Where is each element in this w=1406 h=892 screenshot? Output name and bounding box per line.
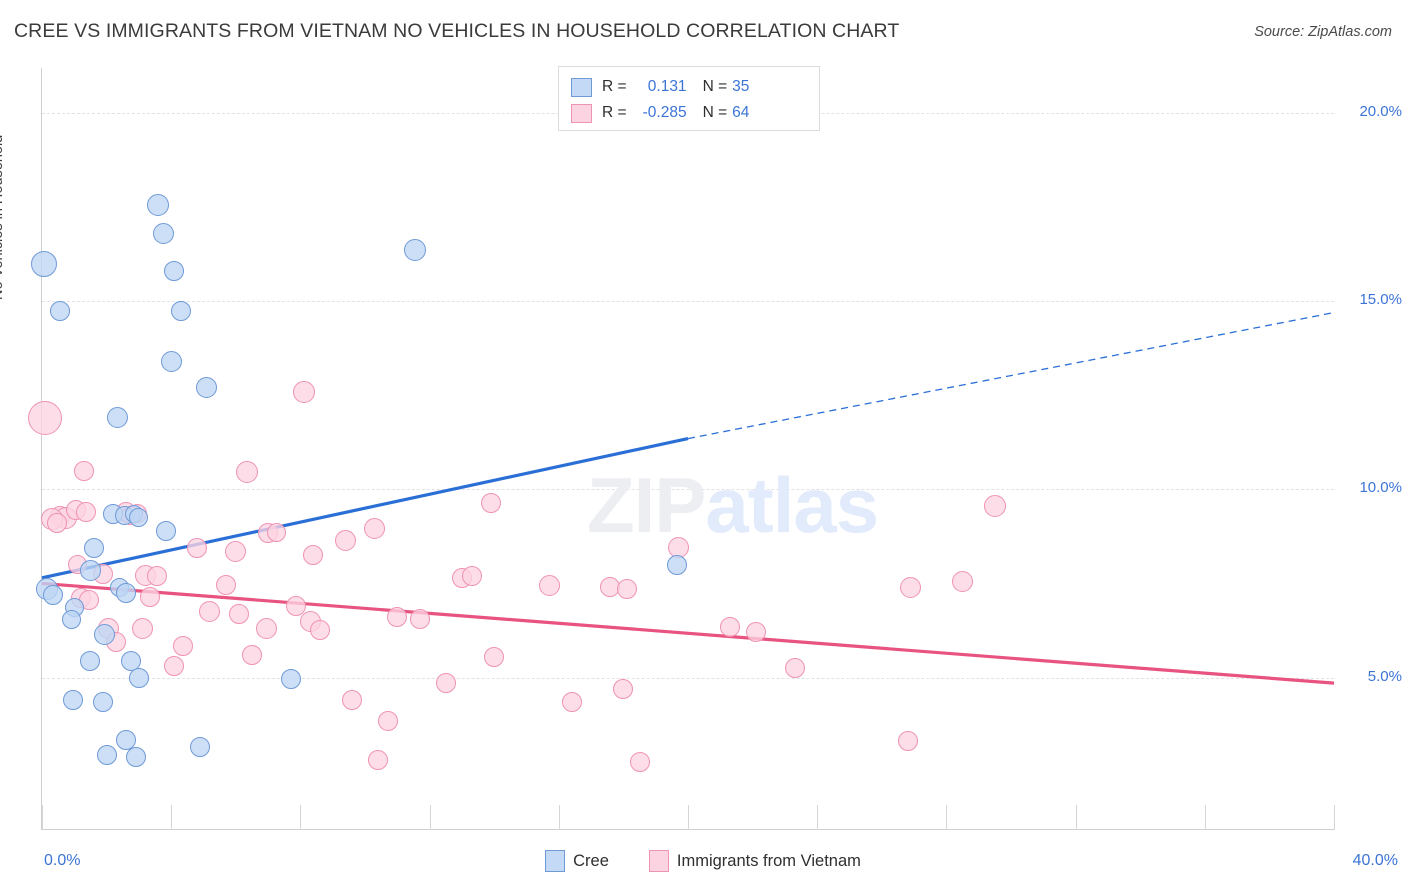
scatter-point[interactable] [79,559,101,581]
scatter-point[interactable] [43,584,64,605]
scatter-point[interactable] [46,513,67,534]
scatter-point[interactable] [96,744,117,765]
x-axis-tick [817,805,819,830]
legend-swatch-cree [571,77,592,97]
scatter-point[interactable] [131,618,153,640]
scatter-point[interactable] [229,603,250,624]
y-axis-tick-label: 5.0% [1367,667,1402,685]
scatter-point[interactable] [115,582,136,603]
scatter-point[interactable] [292,380,315,403]
scatter-point[interactable] [983,495,1006,518]
scatter-point[interactable] [461,565,482,586]
scatter-point[interactable] [140,586,161,607]
scatter-point[interactable] [75,501,96,522]
y-axis-tick-label: 10.0% [1359,479,1402,497]
y-axis-tick-label: 15.0% [1359,291,1402,309]
x-axis-tick [1334,805,1335,830]
correlation-legend-row: R = 0.131 N = 35 [571,74,809,100]
scatter-point[interactable] [377,710,398,731]
legend-item-cree[interactable]: Cree [545,850,609,872]
scatter-point[interactable] [616,579,637,600]
page-title: CREE VS IMMIGRANTS FROM VIETNAM NO VEHIC… [14,20,900,42]
scatter-point[interactable] [784,658,805,679]
y-axis-title: No Vehicles in Household [0,134,6,300]
legend-color-box-cree [545,850,566,872]
scatter-point[interactable] [146,565,167,586]
scatter-point[interactable] [255,618,277,640]
scatter-point[interactable] [280,669,301,690]
plot-area: ZIPatlas [28,68,1335,828]
scatter-point[interactable] [30,250,57,277]
x-axis-tick [171,805,173,830]
x-axis-tick [558,805,560,830]
legend-label-vietnam: Immigrants from Vietnam [676,851,861,870]
scatter-point[interactable] [629,752,650,773]
trend-lines [41,311,1335,685]
scatter-point[interactable] [156,520,177,541]
x-axis-tick [429,805,431,830]
scatter-point[interactable] [952,571,974,593]
n-value-vietnam: 64 [732,104,750,121]
scatter-point[interactable] [61,609,81,629]
legend-color-box-vietnam [648,850,669,872]
x-axis-tick [946,805,948,830]
scatter-point[interactable] [170,300,191,321]
scatter-point[interactable] [128,667,149,688]
scatter-point[interactable] [435,673,456,694]
scatter-point[interactable] [73,460,94,481]
scatter-point[interactable] [172,635,193,656]
scatter-point[interactable] [241,644,262,665]
scatter-point[interactable] [62,690,83,711]
correlation-chart: CREE VS IMMIGRANTS FROM VIETNAM NO VEHIC… [0,0,1406,892]
r-value-vietnam: -0.285 [642,104,687,121]
r-value-cree: 0.131 [647,78,687,95]
scatter-point[interactable] [538,574,560,596]
scatter-point[interactable] [125,746,146,767]
scatter-point[interactable] [187,537,208,558]
scatter-point[interactable] [160,350,182,372]
trend-line-vietnam [41,581,1335,685]
scatter-point[interactable] [80,650,101,671]
correlation-legend-row: R = -0.285 N = 64 [571,100,809,126]
scatter-point[interactable] [480,492,501,513]
source-attribution: Source: ZipAtlas.com [1254,24,1392,40]
correlation-legend: R = 0.131 N = 35 R = -0.285 N = 64 [558,66,820,131]
n-label-cree: N = [702,78,728,95]
scatter-point[interactable] [897,731,918,752]
scatter-point[interactable] [83,537,104,558]
scatter-point[interactable] [152,223,174,245]
r-label-cree: R = [602,78,627,95]
scatter-point[interactable] [335,529,357,551]
x-axis-tick [300,805,302,830]
x-axis-tick [1075,805,1077,830]
legend-label-cree: Cree [573,851,609,870]
x-axis-tick [1204,805,1206,830]
r-label-vietnam: R = [602,104,627,121]
legend-swatch-vietnam [571,103,592,123]
scatter-point[interactable] [409,609,430,630]
scatter-point[interactable] [266,523,286,543]
x-axis-tick [42,805,43,830]
x-axis-tick [688,805,689,830]
trend-line-cree-projected [687,311,1335,440]
series-legend: Cree Immigrants from Vietnam [0,850,1406,872]
n-value-cree: 35 [732,78,750,95]
n-label-vietnam: N = [702,104,728,121]
scatter-point[interactable] [719,616,740,637]
y-axis-tick-label: 20.0% [1359,103,1402,121]
scatter-point[interactable] [900,576,922,598]
scatter-point[interactable] [484,646,505,667]
legend-item-vietnam[interactable]: Immigrants from Vietnam [648,850,861,872]
scatter-point[interactable] [28,400,63,435]
scatter-point[interactable] [666,554,687,575]
scatter-point[interactable] [49,300,70,321]
x-axis-ticks [42,805,1335,830]
scatter-point[interactable] [561,691,582,712]
